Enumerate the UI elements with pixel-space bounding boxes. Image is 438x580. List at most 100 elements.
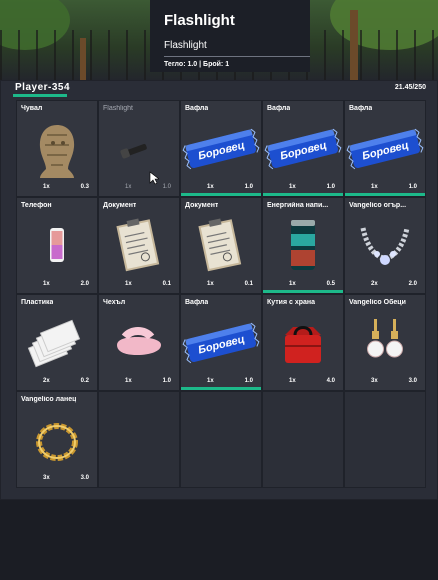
slot-item-name: Вафла <box>185 105 209 112</box>
slot-item-name: Flashlight <box>103 105 133 112</box>
flashlight-icon <box>99 113 179 183</box>
slot-item-name: Документ <box>185 202 219 209</box>
slot-item-name: Vangelico огър... <box>349 202 407 209</box>
slot-weight: 3.0 <box>80 475 89 481</box>
slot-quantity: 3x <box>43 475 50 481</box>
slot-quantity: 1x <box>125 281 132 287</box>
slot-durability-bar <box>181 193 261 196</box>
inventory-slot[interactable]: Пластика 2x 0.2 <box>16 294 98 391</box>
slot-weight: 1.0 <box>408 184 417 190</box>
document-icon <box>99 210 179 280</box>
slot-durability-bar <box>345 193 425 196</box>
inventory-weight: 21.45/250 <box>394 84 426 91</box>
fence-post <box>350 10 358 80</box>
slot-item-name: Чувал <box>21 105 43 112</box>
slot-weight: 0.3 <box>80 184 89 190</box>
wafer-icon: Боровец <box>345 113 425 183</box>
sack-mask-icon <box>17 113 97 183</box>
slot-item-name: Телефон <box>21 202 52 209</box>
inventory-slot-empty[interactable] <box>262 391 344 488</box>
earrings-icon <box>345 307 425 377</box>
slot-quantity: 1x <box>207 378 214 384</box>
document-icon <box>181 210 261 280</box>
wafer-icon: Боровец <box>263 113 343 183</box>
slot-weight: 3.0 <box>408 378 417 384</box>
slot-quantity: 1x <box>125 184 132 190</box>
inventory-slot[interactable]: Енергийна напи... 1x 0.5 <box>262 197 344 294</box>
inventory-slot[interactable]: Vangelico ланец 3x 3.0 <box>16 391 98 488</box>
slot-quantity: 1x <box>289 378 296 384</box>
necklace-icon <box>345 210 425 280</box>
slot-quantity: 1x <box>43 184 50 190</box>
cards-icon <box>17 307 97 377</box>
slot-item-name: Енергийна напи... <box>267 202 329 209</box>
slot-quantity: 2x <box>43 378 50 384</box>
wafer-icon: Боровец <box>181 307 261 377</box>
tooltip-title: Flashlight <box>164 12 235 29</box>
slot-weight: 0.5 <box>326 281 335 287</box>
slot-item-name: Чехъл <box>103 299 126 306</box>
slot-item-name: Кутия с храна <box>267 299 316 306</box>
slot-weight: 1.0 <box>162 378 171 384</box>
slot-weight: 1.0 <box>326 184 335 190</box>
inventory-slot[interactable]: Flashlight 1x 1.0 <box>98 100 180 197</box>
inventory-panel: Player-354 21.45/250 Чувал 1x 0.3 Flashligh… <box>0 80 438 500</box>
inventory-grid: Чувал 1x 0.3 Flashlight 1x 1.0 Вафла Боровец 1x 1… <box>16 100 428 580</box>
slot-quantity: 1x <box>371 184 378 190</box>
fence-post <box>80 38 86 80</box>
phone-icon <box>17 210 97 280</box>
inventory-slot[interactable]: Vangelico Обеци 3x 3.0 <box>344 294 426 391</box>
slot-weight: 2.0 <box>80 281 89 287</box>
tooltip-subtitle: Flashlight <box>164 40 207 51</box>
inventory-slot-empty[interactable] <box>98 391 180 488</box>
inventory-slot[interactable]: Вафла Боровец 1x 1.0 <box>344 100 426 197</box>
slot-item-name: Пластика <box>21 299 54 306</box>
food-bag-icon <box>263 307 343 377</box>
gold-chain-icon <box>17 404 97 474</box>
inventory-slot[interactable]: Вафла Боровец 1x 1.0 <box>180 294 262 391</box>
slot-durability-bar <box>263 193 343 196</box>
slot-weight: 0.1 <box>244 281 253 287</box>
mouse-cursor-icon <box>149 171 160 185</box>
inventory-slot-empty[interactable] <box>180 391 262 488</box>
slot-quantity: 1x <box>289 184 296 190</box>
inventory-slot[interactable]: Vangelico огър... 2x 2.0 <box>344 197 426 294</box>
slot-weight: 2.0 <box>408 281 417 287</box>
inventory-slot[interactable]: Телефон 1x 2.0 <box>16 197 98 294</box>
slot-quantity: 1x <box>207 184 214 190</box>
item-tooltip: Flashlight Flashlight Тегло: 1.0 | Брой:… <box>150 0 310 72</box>
inventory-slot[interactable]: Чувал 1x 0.3 <box>16 100 98 197</box>
inventory-slot-empty[interactable] <box>344 391 426 488</box>
inventory-slot[interactable]: Чехъл 1x 1.0 <box>98 294 180 391</box>
inventory-slot[interactable]: Вафла Боровец 1x 1.0 <box>262 100 344 197</box>
inventory-slot[interactable]: Документ 1x 0.1 <box>98 197 180 294</box>
slot-quantity: 2x <box>371 281 378 287</box>
slot-item-name: Вафла <box>267 105 291 112</box>
slot-quantity: 1x <box>43 281 50 287</box>
slot-item-name: Vangelico Обеци <box>349 299 406 306</box>
slot-quantity: 1x <box>125 378 132 384</box>
player-accent-bar <box>13 94 67 97</box>
inventory-slot[interactable]: Вафла Боровец 1x 1.0 <box>180 100 262 197</box>
slot-weight: 0.2 <box>80 378 89 384</box>
slot-weight: 1.0 <box>244 378 253 384</box>
tooltip-divider <box>164 56 310 57</box>
slot-durability-bar <box>263 290 343 293</box>
slot-weight: 1.0 <box>162 184 171 190</box>
slot-weight: 4.0 <box>326 378 335 384</box>
energy-can-icon <box>263 210 343 280</box>
slot-quantity: 1x <box>207 281 214 287</box>
slot-quantity: 1x <box>289 281 296 287</box>
inventory-slot[interactable]: Документ 1x 0.1 <box>180 197 262 294</box>
tooltip-meta: Тегло: 1.0 | Брой: 1 <box>164 61 230 68</box>
inventory-slot[interactable]: Кутия с храна 1x 4.0 <box>262 294 344 391</box>
wafer-icon: Боровец <box>181 113 261 183</box>
player-name: Player-354 <box>15 82 71 93</box>
slot-item-name: Документ <box>103 202 137 209</box>
slot-durability-bar <box>181 387 261 390</box>
slot-item-name: Vangelico ланец <box>21 396 77 403</box>
slot-weight: 0.1 <box>162 281 171 287</box>
slot-weight: 1.0 <box>244 184 253 190</box>
slot-item-name: Вафла <box>349 105 373 112</box>
slot-quantity: 3x <box>371 378 378 384</box>
